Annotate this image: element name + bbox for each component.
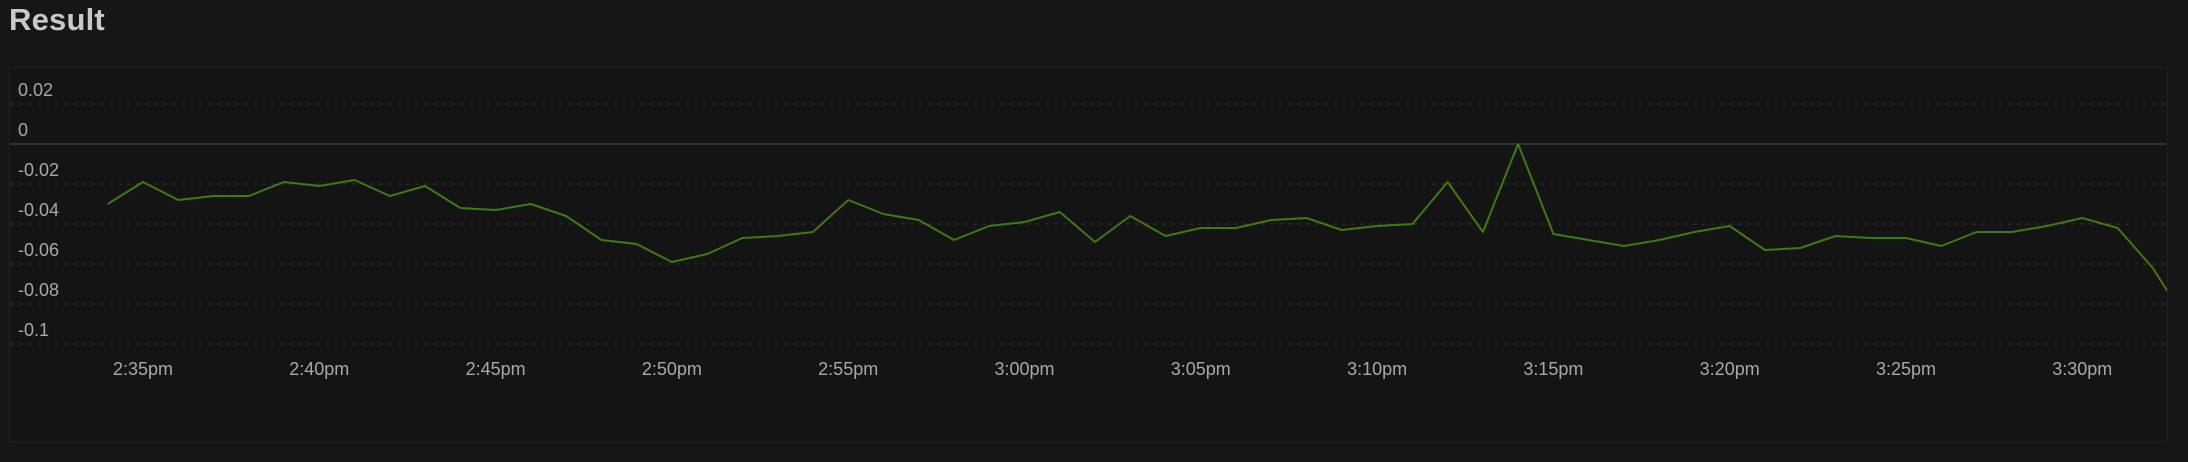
series-group <box>107 143 2167 293</box>
data-point <box>177 199 179 201</box>
data-point <box>1411 223 1413 225</box>
data-point <box>777 235 779 237</box>
data-point <box>1588 239 1590 241</box>
data-point <box>671 261 673 263</box>
x-tick-label: 3:00pm <box>994 359 1054 379</box>
data-point <box>1729 225 1731 227</box>
data-point <box>1306 217 1308 219</box>
data-point <box>424 185 426 187</box>
data-point <box>1270 219 1272 221</box>
data-point <box>812 231 814 233</box>
data-point <box>1235 227 1237 229</box>
data-point <box>1129 215 1131 217</box>
data-point <box>1693 231 1695 233</box>
data-point <box>2152 267 2154 269</box>
data-point <box>248 195 250 197</box>
data-point <box>988 225 990 227</box>
data-point <box>354 179 356 181</box>
x-tick-label: 3:20pm <box>1700 359 1760 379</box>
data-point <box>1764 249 1766 251</box>
data-point <box>918 219 920 221</box>
data-point <box>882 213 884 215</box>
data-point <box>530 203 532 205</box>
data-point <box>389 195 391 197</box>
x-tick-label: 3:05pm <box>1171 359 1231 379</box>
grid-lines <box>10 103 2166 345</box>
data-point <box>1341 229 1343 231</box>
data-point <box>1376 225 1378 227</box>
x-tick-label: 3:30pm <box>2052 359 2112 379</box>
x-tick-labels: 2:35pm 2:40pm 2:45pm 2:50pm 2:55pm 3:00pm 3:05… <box>113 359 2112 379</box>
data-point <box>706 253 708 255</box>
data-point <box>1552 233 1554 235</box>
chart-panel: 0.02 0 -0.02 -0.04 -0.06 -0.08 -0.1 2:35pm 2:40… <box>9 67 2168 442</box>
y-tick-label: -0.02 <box>18 160 59 180</box>
data-point <box>1940 245 1942 247</box>
data-point <box>741 237 743 239</box>
x-tick-label: 3:25pm <box>1876 359 1936 379</box>
line-chart: 0.02 0 -0.02 -0.04 -0.06 -0.08 -0.1 2:35pm 2:40… <box>10 80 2167 379</box>
data-point <box>318 185 320 187</box>
y-tick-labels: 0.02 0 -0.02 -0.04 -0.06 -0.08 -0.1 <box>18 80 59 340</box>
y-tick-label: -0.08 <box>18 280 59 300</box>
y-tick-label: 0 <box>18 120 28 140</box>
y-tick-label: -0.1 <box>18 320 49 340</box>
data-point <box>1905 237 1907 239</box>
x-tick-label: 3:10pm <box>1347 359 1407 379</box>
data-point <box>213 195 215 197</box>
data-point <box>1870 237 1872 239</box>
data-point <box>1517 143 1519 145</box>
data-point <box>953 239 955 241</box>
x-tick-label: 2:55pm <box>818 359 878 379</box>
data-point <box>636 243 638 245</box>
data-point <box>1482 231 1484 233</box>
data-point <box>495 209 497 211</box>
data-point <box>847 199 849 201</box>
data-point <box>1834 235 1836 237</box>
data-point <box>459 207 461 209</box>
x-tick-label: 2:50pm <box>642 359 702 379</box>
y-tick-label: 0.02 <box>18 80 53 100</box>
data-point <box>1165 235 1167 237</box>
data-point <box>1799 247 1801 249</box>
y-tick-label: -0.06 <box>18 240 59 260</box>
data-point <box>2081 217 2083 219</box>
data-point <box>565 215 567 217</box>
data-point <box>142 181 144 183</box>
data-point <box>107 203 109 205</box>
data-point <box>600 239 602 241</box>
y-tick-label: -0.04 <box>18 200 59 220</box>
data-point <box>1200 227 1202 229</box>
data-point <box>2011 231 2013 233</box>
data-point <box>2046 225 2048 227</box>
page-title: Result <box>9 2 105 37</box>
data-point <box>1976 231 1978 233</box>
data-point <box>283 181 285 183</box>
data-point <box>1658 239 1660 241</box>
x-tick-label: 2:35pm <box>113 359 173 379</box>
data-point <box>1024 221 1026 223</box>
data-point <box>1059 211 1061 213</box>
x-tick-label: 2:40pm <box>289 359 349 379</box>
data-point <box>1447 181 1449 183</box>
data-point <box>1094 241 1096 243</box>
data-point <box>1623 245 1625 247</box>
series-line <box>107 143 2167 293</box>
data-point <box>2117 227 2119 229</box>
x-tick-label: 3:15pm <box>1523 359 1583 379</box>
x-tick-label: 2:45pm <box>466 359 526 379</box>
